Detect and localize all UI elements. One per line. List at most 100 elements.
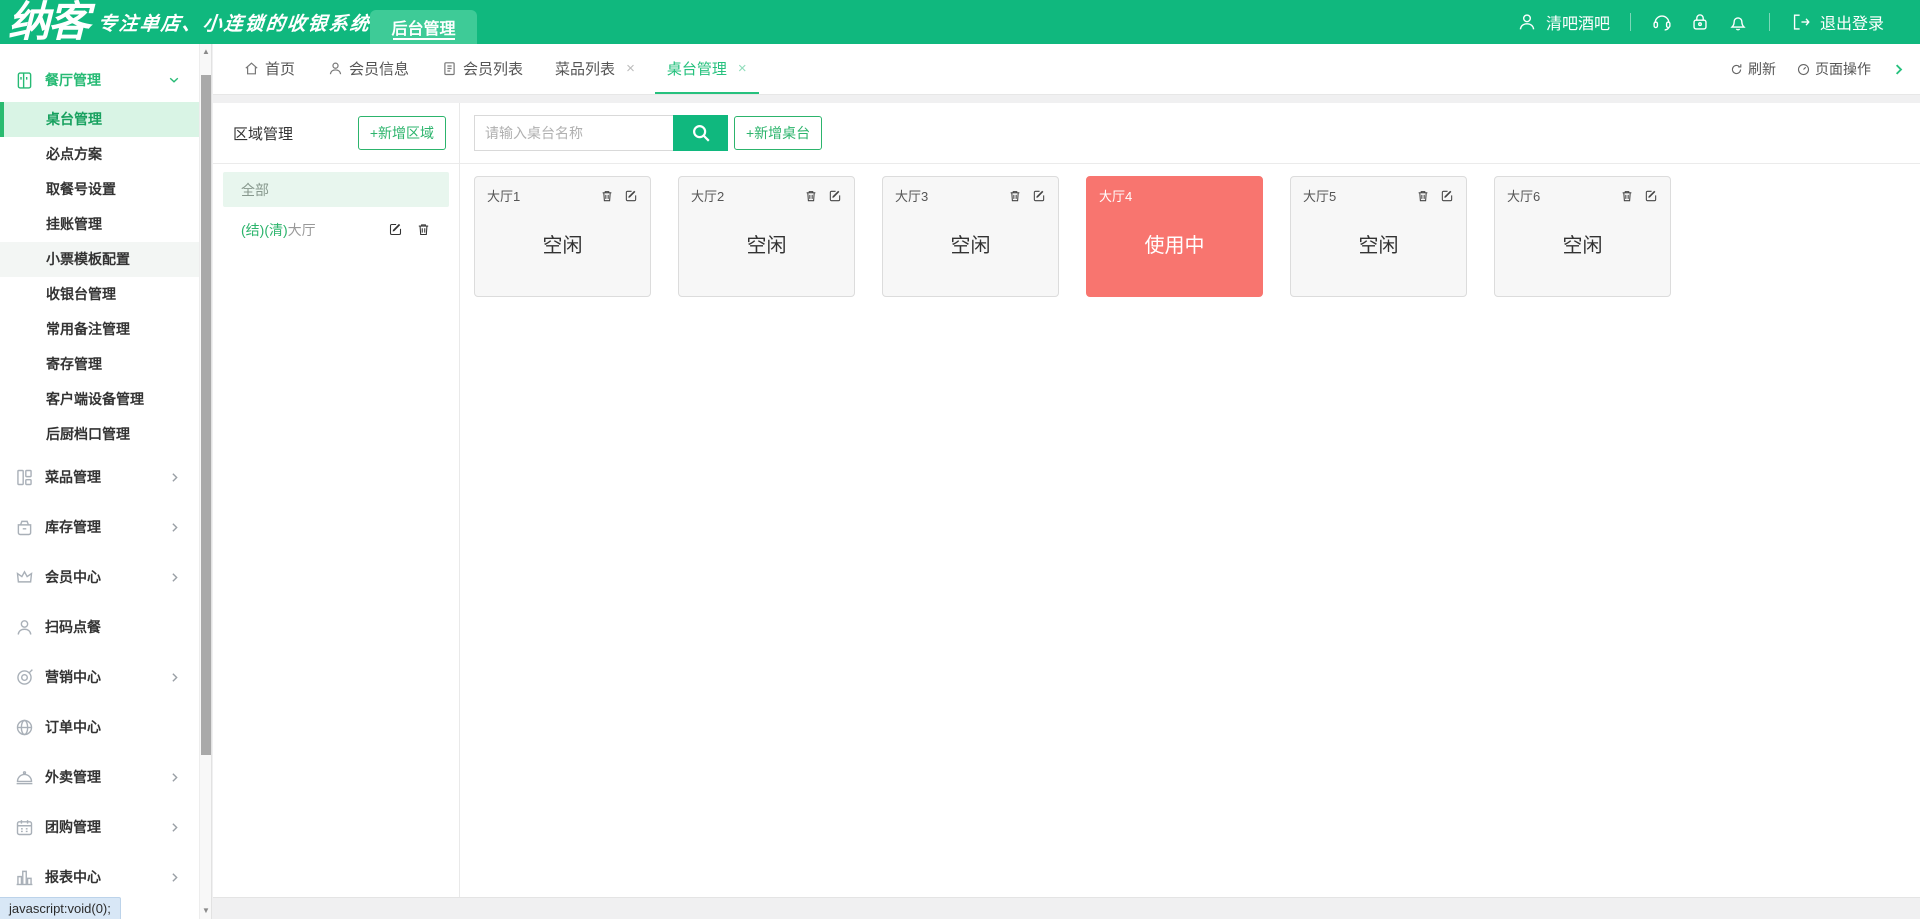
sidebar-item-kitchen-station[interactable]: 后厨档口管理 bbox=[0, 417, 199, 452]
table-search-input[interactable] bbox=[474, 115, 673, 151]
bell-icon[interactable] bbox=[1727, 11, 1749, 33]
chevron-right-icon[interactable] bbox=[1891, 62, 1906, 77]
status-link-hint: javascript:void(0); bbox=[0, 897, 121, 919]
trash-icon[interactable] bbox=[1008, 189, 1022, 203]
chevron-down-icon bbox=[169, 77, 179, 83]
table-card[interactable]: 大厅1 空闲 bbox=[474, 176, 651, 297]
sidebar-group-member-center[interactable]: 会员中心 bbox=[0, 552, 199, 602]
trash-icon[interactable] bbox=[416, 222, 431, 237]
add-region-button[interactable]: +新增区域 bbox=[357, 116, 446, 150]
table-name: 大厅2 bbox=[691, 189, 725, 204]
user-menu[interactable]: 清吧酒吧 bbox=[1516, 10, 1610, 34]
edit-icon[interactable] bbox=[1440, 189, 1454, 203]
tab-home[interactable]: 首页 bbox=[231, 44, 307, 94]
table-panel: +新增桌台 大厅1 空闲 大厅2 空闲 大厅3 空闲 bbox=[460, 103, 1920, 897]
sidebar-item-credit-account[interactable]: 挂账管理 bbox=[0, 207, 199, 242]
sidebar-scrollbar-thumb[interactable] bbox=[201, 75, 211, 755]
sidebar-item-common-remarks[interactable]: 常用备注管理 bbox=[0, 312, 199, 347]
table-card[interactable]: 大厅5 空闲 bbox=[1290, 176, 1467, 297]
region-status-prefix: (结)(清) bbox=[241, 221, 288, 238]
edit-icon[interactable] bbox=[624, 189, 638, 203]
sidebar-group-dishes[interactable]: 菜品管理 bbox=[0, 452, 199, 502]
calendar-icon bbox=[16, 819, 33, 835]
crown-icon bbox=[16, 569, 33, 583]
clipboard-icon bbox=[444, 61, 455, 75]
edit-icon[interactable] bbox=[828, 189, 842, 203]
logout-button[interactable]: 退出登录 bbox=[1790, 10, 1884, 34]
sidebar-group-order-center[interactable]: 订单中心 bbox=[0, 702, 199, 752]
chevron-right-icon bbox=[172, 872, 178, 882]
table-card[interactable]: 大厅4 使用中 bbox=[1086, 176, 1263, 297]
region-item-hall[interactable]: (结)(清)大厅 bbox=[223, 212, 449, 247]
sidebar-group-reports[interactable]: 报表中心 bbox=[0, 852, 199, 902]
trash-icon[interactable] bbox=[600, 189, 614, 203]
sidebar-group-scan-order[interactable]: 扫码点餐 bbox=[0, 602, 199, 652]
sidebar-item-must-order-plan[interactable]: 必点方案 bbox=[0, 137, 199, 172]
user-icon bbox=[1519, 14, 1535, 30]
topbar-separator bbox=[1768, 13, 1770, 31]
globe-icon bbox=[16, 719, 33, 735]
search-icon bbox=[692, 125, 710, 142]
logout-label: 退出登录 bbox=[1819, 16, 1884, 33]
user-name: 清吧酒吧 bbox=[1545, 16, 1610, 33]
refresh-button[interactable]: 刷新 bbox=[1729, 59, 1776, 79]
trash-icon[interactable] bbox=[1620, 189, 1634, 203]
person-icon bbox=[17, 619, 32, 635]
region-panel-title: 区域管理 bbox=[233, 125, 294, 143]
search-button[interactable] bbox=[673, 115, 728, 151]
bar-chart-icon bbox=[16, 870, 33, 885]
tab-member-list[interactable]: 会员列表 bbox=[429, 44, 535, 94]
home-icon bbox=[245, 61, 258, 74]
sidebar-item-deposit-management[interactable]: 寄存管理 bbox=[0, 347, 199, 382]
sidebar-item-pickup-number[interactable]: 取餐号设置 bbox=[0, 172, 199, 207]
scrollbar-up-arrow[interactable]: ▲ bbox=[200, 46, 212, 58]
sidebar-item-client-device[interactable]: 客户端设备管理 bbox=[0, 382, 199, 417]
sidebar-group-marketing[interactable]: 营销中心 bbox=[0, 652, 199, 702]
close-icon[interactable]: × bbox=[626, 60, 635, 77]
table-card[interactable]: 大厅6 空闲 bbox=[1494, 176, 1671, 297]
logout-icon bbox=[1793, 14, 1810, 30]
sidebar-group-inventory[interactable]: 库存管理 bbox=[0, 502, 199, 552]
gauge-icon bbox=[1797, 63, 1810, 75]
lock-icon[interactable] bbox=[1689, 11, 1711, 33]
chevron-right-icon bbox=[172, 522, 178, 532]
table-name: 大厅4 bbox=[1099, 189, 1133, 204]
sidebar-scrollbar[interactable]: ▲ ▼ bbox=[199, 44, 211, 919]
sidebar-item-cashier-management[interactable]: 收银台管理 bbox=[0, 277, 199, 312]
trash-icon[interactable] bbox=[1416, 189, 1430, 203]
chevron-right-icon bbox=[172, 472, 178, 482]
restaurant-submenu: 桌台管理 必点方案 取餐号设置 挂账管理 小票模板配置 收银台管理 常用备注管理… bbox=[0, 102, 199, 452]
table-name: 大厅1 bbox=[487, 189, 521, 204]
table-status: 使用中 bbox=[1144, 235, 1205, 257]
page-actions-button[interactable]: 页面操作 bbox=[1796, 59, 1871, 79]
tabbar: 首页 会员信息 会员列表 菜品列表 × 桌台管理 × 刷新 页面操作 bbox=[213, 44, 1920, 95]
add-table-button[interactable]: +新增桌台 bbox=[734, 116, 823, 150]
table-name: 大厅5 bbox=[1303, 189, 1337, 204]
chevron-right-icon bbox=[172, 772, 178, 782]
table-card[interactable]: 大厅2 空闲 bbox=[678, 176, 855, 297]
trash-icon[interactable] bbox=[804, 189, 818, 203]
tab-dish-list[interactable]: 菜品列表 × bbox=[543, 44, 647, 94]
sidebar-item-table-management[interactable]: 桌台管理 bbox=[0, 102, 199, 137]
tab-table-management[interactable]: 桌台管理 × bbox=[654, 44, 759, 94]
sidebar-group-restaurant[interactable]: 餐厅管理 bbox=[0, 58, 199, 102]
sidebar-group-group-buy[interactable]: 团购管理 bbox=[0, 802, 199, 852]
topbar-tab-label: 后台管理 bbox=[391, 21, 456, 38]
sidebar-group-takeout[interactable]: 外卖管理 bbox=[0, 752, 199, 802]
table-status: 空闲 bbox=[542, 235, 583, 257]
edit-icon[interactable] bbox=[1644, 189, 1658, 203]
table-name: 大厅6 bbox=[1507, 189, 1541, 204]
table-name: 大厅3 bbox=[895, 189, 929, 204]
headset-icon[interactable] bbox=[1651, 11, 1673, 33]
scrollbar-down-arrow[interactable]: ▼ bbox=[200, 905, 212, 917]
topbar-tab-backend[interactable]: 后台管理 bbox=[370, 10, 477, 44]
target-icon bbox=[17, 668, 33, 685]
close-icon[interactable]: × bbox=[738, 60, 747, 77]
region-item-all[interactable]: 全部 bbox=[223, 172, 449, 207]
tab-member-info[interactable]: 会员信息 bbox=[315, 44, 421, 94]
edit-icon[interactable] bbox=[388, 222, 403, 237]
table-card[interactable]: 大厅3 空闲 bbox=[882, 176, 1059, 297]
edit-icon[interactable] bbox=[1032, 189, 1046, 203]
brand-tagline: 专注单店、小连锁的收银系统 bbox=[96, 13, 372, 35]
sidebar-item-receipt-template[interactable]: 小票模板配置 bbox=[0, 242, 199, 277]
